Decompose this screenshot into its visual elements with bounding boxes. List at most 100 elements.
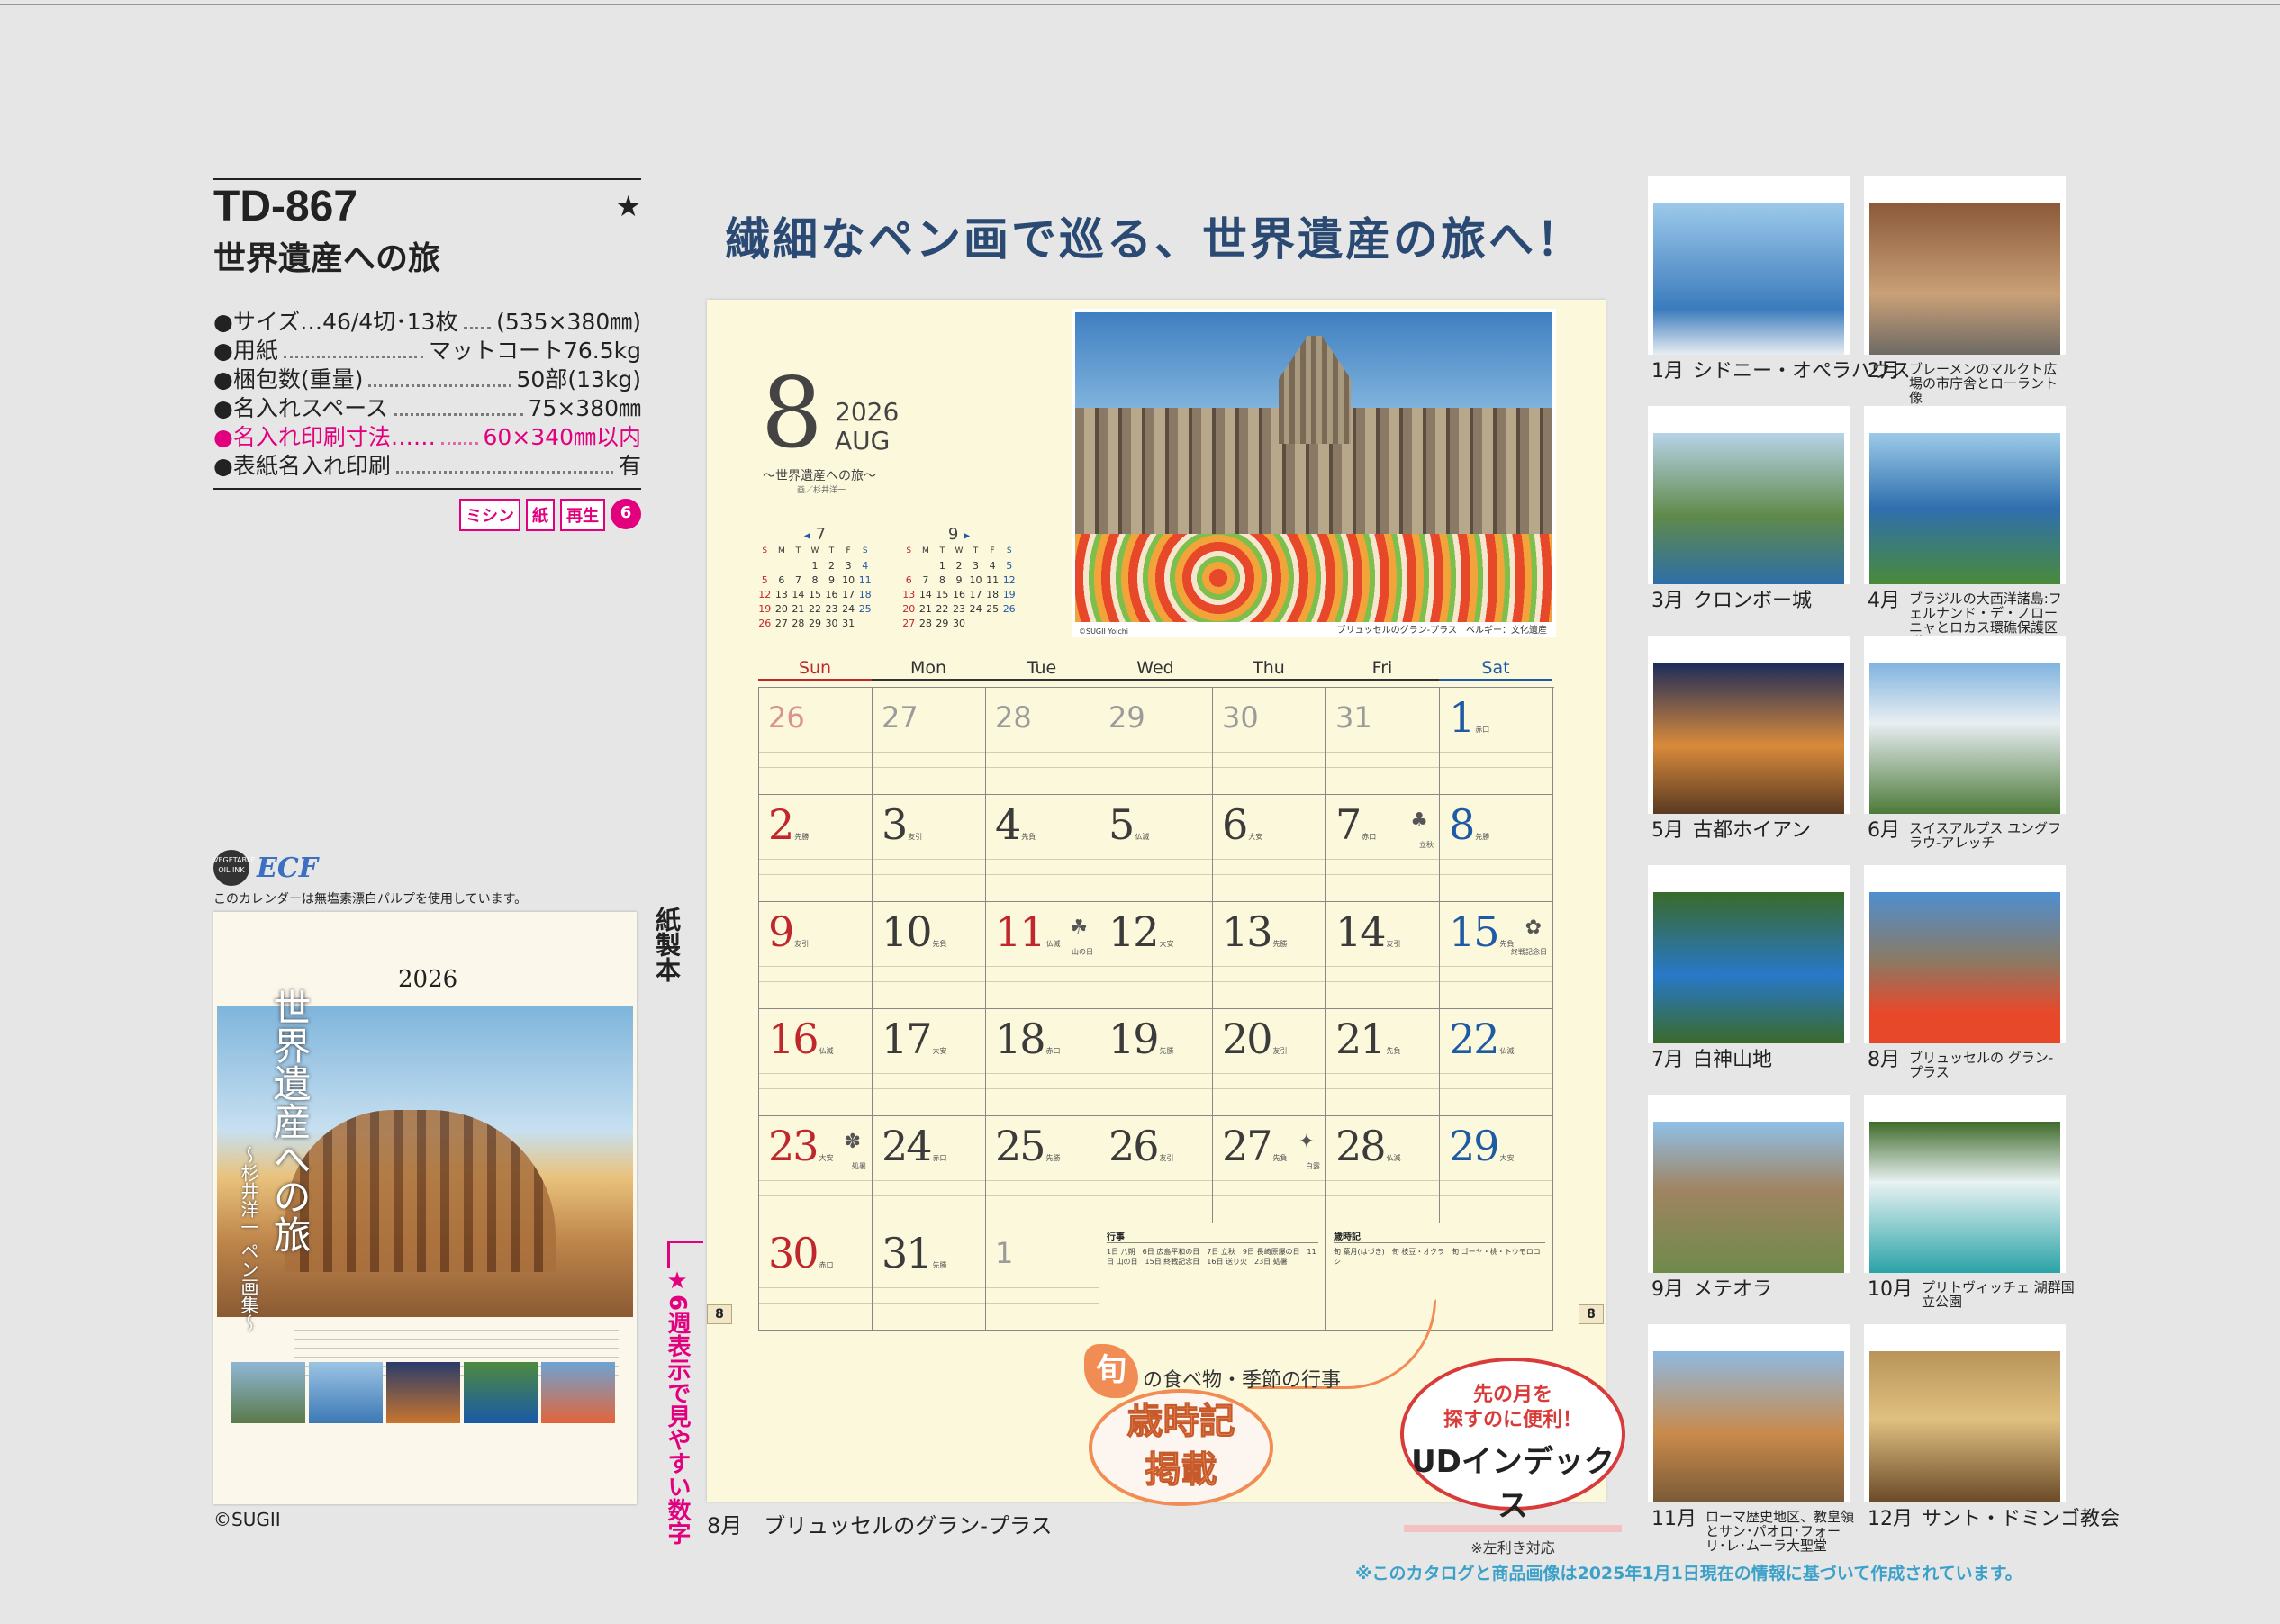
ud-line1: 先の月を — [1472, 1384, 1552, 1406]
day-number: 13 — [1222, 907, 1273, 956]
mini-day: 28 — [792, 617, 805, 629]
day-number: 17 — [882, 1015, 933, 1063]
ecf-note: このカレンダーは無塩素漂白パルプを使用しています。 — [213, 892, 528, 907]
weekday-label: Thu — [1212, 658, 1325, 681]
day-number: 22 — [1449, 1015, 1500, 1063]
mini-day — [790, 558, 807, 573]
day-cell: 15 先負 ✿ 終戦記念日 — [1440, 902, 1553, 1009]
thumbnail-painting — [1653, 1351, 1844, 1502]
day-number: 9 — [768, 907, 794, 956]
month-thumbnail — [1648, 1324, 1850, 1502]
paper-binding-label: 紙製本 — [652, 907, 682, 982]
calendar-caption: 8月 ブリュッセルのグラン-プラス — [707, 1513, 1053, 1538]
product-title: 世界遺産への旅 — [213, 240, 441, 277]
month-thumbnail — [1648, 1095, 1850, 1273]
rokuyo: 大安 — [1248, 833, 1263, 841]
mini-day: 30 — [825, 617, 838, 629]
mini-weekday: T — [828, 546, 835, 555]
thumbnail-month: 6月 — [1868, 819, 1900, 842]
month-thumbnail — [1864, 406, 2066, 584]
thumbnail-caption: 5月 古都ホイアン — [1651, 821, 1811, 841]
rokuyo: 先勝 — [1272, 940, 1288, 948]
cover-thumb — [309, 1362, 383, 1423]
painting-flower-carpet — [1075, 534, 1552, 622]
rokuyo: 赤口 — [1362, 833, 1377, 841]
thumbnail-caption: 2月 ブレーメンのマルクト広場の市庁舎とローラント像 — [1868, 362, 2062, 406]
spec-label: ●名入れスペース — [213, 395, 388, 421]
mini-day: 18 — [858, 588, 872, 600]
thumbnail-painting — [1869, 1122, 2060, 1273]
day-event: 処暑 — [852, 1162, 866, 1170]
mini-weekday: W — [810, 546, 819, 555]
mini-day: 8 — [811, 573, 819, 586]
spec-list: ●サイズ…46/4切･13枚 (535×380㎜) ●用紙 マットコート76.5kg ●… — [213, 308, 641, 481]
events-text: 1日 八朔 6日 広島平和の日 7日 立秋 9日 長崎原爆の日 11日 山の日 … — [1107, 1248, 1316, 1266]
spec-value: (535×380㎜) — [496, 309, 641, 335]
thumbnail-month: 7月 — [1651, 1049, 1684, 1071]
month-thumbnail — [1648, 636, 1850, 814]
day-cell: 26 — [759, 688, 873, 795]
feature-badge: 6 — [611, 499, 641, 529]
year: 2026 — [835, 397, 900, 427]
rokuyo: 先負 — [1272, 1154, 1288, 1162]
mini-day — [967, 616, 984, 630]
rokuyo: 友引 — [1272, 1047, 1288, 1055]
product-code: TD-867 — [213, 183, 358, 230]
month-name: AUG — [835, 426, 891, 456]
saijiki-line1: 歳時記 — [1126, 1401, 1235, 1442]
mini-day: 20 — [774, 602, 788, 615]
month-thumbnail — [1864, 1324, 2066, 1502]
day-cell: 25 先勝 — [986, 1116, 1099, 1223]
thumbnail-painting — [1869, 203, 2060, 355]
dot-leader — [283, 337, 423, 358]
rokuyo: 仏滅 — [1386, 1154, 1401, 1162]
vegetable-oil-ink-logo: VEGETABLE OIL INK — [213, 850, 256, 886]
spec-row: ●名入れ印刷寸法…… 60×340㎜以内 — [213, 423, 641, 452]
day-cell: 29 大安 — [1440, 1116, 1553, 1223]
weekday-label: Wed — [1099, 658, 1212, 681]
day-number: 29 — [1449, 1122, 1500, 1170]
day-cell: 10 先負 — [873, 902, 986, 1009]
thumbnail-month: 11月 — [1651, 1508, 1696, 1530]
thumbnail-name: メテオラ — [1693, 1278, 1773, 1301]
mini-day: 29 — [936, 617, 949, 629]
mini-day: 23 — [952, 602, 965, 615]
mini-day — [984, 616, 1001, 630]
thumbnail-painting — [1869, 892, 2060, 1043]
day-number: 31 — [882, 1229, 933, 1277]
weekday-label: Sat — [1439, 658, 1552, 681]
saijiki-title: 歳時記 — [1334, 1232, 1545, 1243]
jun-badge: 旬 — [1084, 1344, 1138, 1398]
spec-label: ●名入れ印刷寸法…… — [213, 424, 436, 450]
rokuyo: 友引 — [794, 940, 810, 948]
day-number: 26 — [1108, 1122, 1160, 1170]
day-cell: 22 仏滅 — [1440, 1009, 1553, 1116]
mini-day: 27 — [902, 617, 916, 629]
dot-leader — [463, 308, 492, 329]
seasonal-icon: ♣ — [1410, 809, 1428, 832]
mini-day: 1 — [811, 559, 819, 572]
day-cell: 8 先勝 — [1440, 795, 1553, 902]
mini-day: 14 — [918, 588, 932, 600]
mini-day: 3 — [973, 559, 980, 572]
jun-subtitle: の食べ物・季節の行事 — [1143, 1369, 1342, 1392]
saijiki-stamp: 旬 の食べ物・季節の行事 歳時記 掲載 — [1080, 1344, 1341, 1506]
mini-calendar-prev: ◂ 7 S M T W T F S 1 2 3 4 5 6 7 8 9 10 11 12 13 14 15 16 17 18 19… — [756, 525, 873, 630]
spec-value: 75×380㎜ — [528, 395, 641, 421]
mini-day — [900, 558, 918, 573]
day-number: 8 — [1449, 800, 1475, 849]
mini-day: 6 — [905, 573, 912, 586]
spec-top-rule — [213, 178, 641, 180]
thumbnail-painting — [1653, 433, 1844, 584]
ecf-block: VEGETABLE OIL INK ECF このカレンダーは無塩素漂白パルプを使… — [213, 850, 646, 907]
spec-row: ●サイズ…46/4切･13枚 (535×380㎜) — [213, 308, 641, 337]
mini-day: 16 — [825, 588, 838, 600]
mini-day: 19 — [1002, 588, 1016, 600]
day-cell: 27 — [873, 688, 986, 795]
day-cell: 14 友引 — [1326, 902, 1440, 1009]
thumbnail-caption: 8月 ブリュッセルの グラン-プラス — [1868, 1051, 2062, 1080]
thumbnail-name: プリトヴィッチェ 湖群国立公園 — [1922, 1279, 2075, 1310]
thumbnail-name: スイスアルプス ユングフラウ-アレッチ — [1909, 820, 2062, 851]
spec-value: 60×340㎜以内 — [483, 424, 641, 450]
mini-day: 16 — [952, 588, 965, 600]
